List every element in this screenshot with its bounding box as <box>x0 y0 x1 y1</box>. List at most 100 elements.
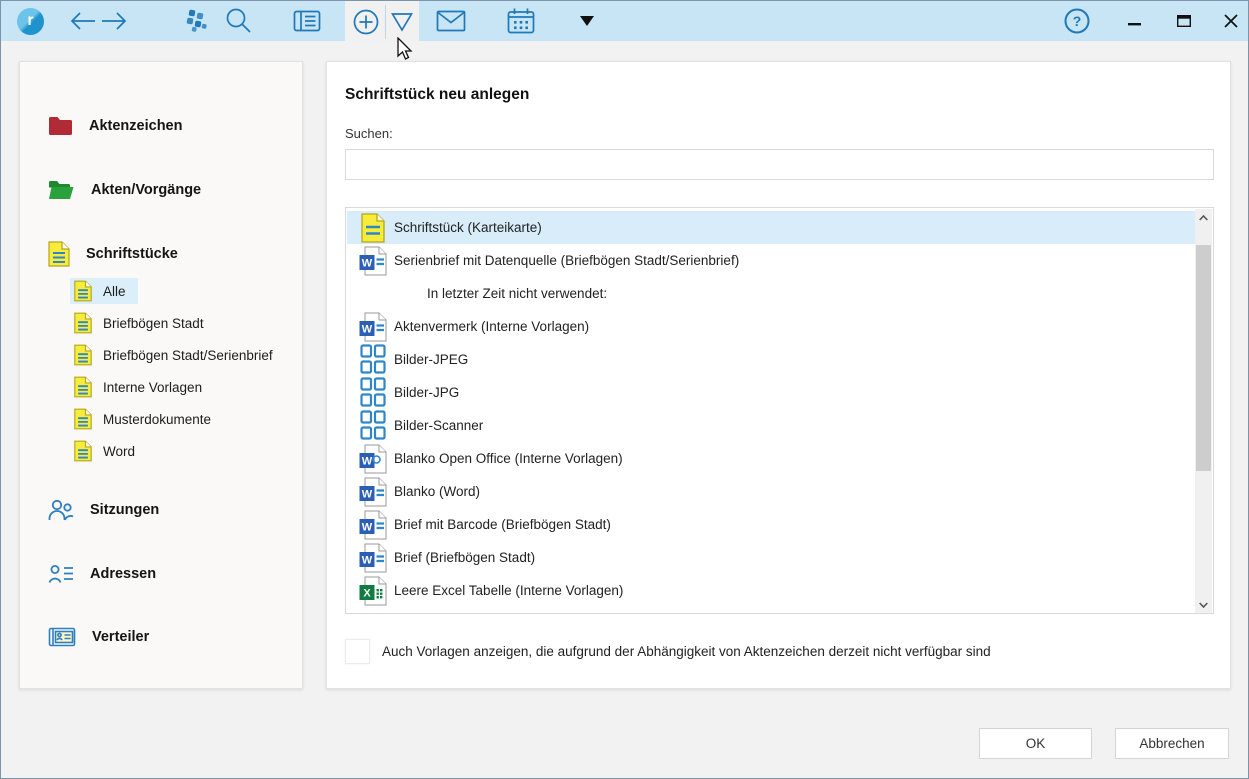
ok-button[interactable]: OK <box>979 728 1092 759</box>
sidebar-subitem-interne-vorlagen[interactable]: Interne Vorlagen <box>70 374 214 400</box>
scroll-up-button[interactable] <box>1195 209 1212 227</box>
list-item-label: Blanko (Word) <box>394 484 480 499</box>
word-doc-icon: W <box>356 443 390 475</box>
list-item-label: Schriftstück (Karteikarte) <box>394 220 542 235</box>
yellow-doc-icon <box>74 440 92 462</box>
images-grid-icon <box>356 410 390 442</box>
chevron-up-icon <box>1199 215 1208 221</box>
sidebar-subitem-label: Word <box>103 444 135 459</box>
svg-text:W: W <box>362 521 373 533</box>
word-doc-icon <box>356 608 390 615</box>
excel-doc-icon: X <box>356 575 390 607</box>
yellow-doc-icon <box>48 241 70 267</box>
sidebar-item-label: Aktenzeichen <box>89 118 182 134</box>
sidebar-item-akten-vorgaenge[interactable]: Akten/Vorgänge <box>20 176 302 204</box>
arrow-left-icon <box>68 10 98 32</box>
minimize-button[interactable] <box>1116 3 1152 39</box>
cancel-button[interactable]: Abbrechen <box>1115 728 1229 759</box>
toolbar-separator <box>385 5 386 39</box>
toolbar: r <box>1 1 1248 41</box>
list-item[interactable]: W Aktenvermerk (Interne Vorlagen) <box>347 310 1197 343</box>
sidebar-item-aktenzeichen[interactable]: Aktenzeichen <box>20 112 302 140</box>
scrollbar-thumb[interactable] <box>1196 245 1211 471</box>
list-item-partial[interactable] <box>347 607 1197 614</box>
search-button[interactable] <box>220 3 256 39</box>
yellow-doc-icon <box>356 212 390 244</box>
sidebar-subitem-label: Briefbögen Stadt <box>103 316 204 331</box>
minimize-icon <box>1128 15 1141 28</box>
modules-button[interactable] <box>178 3 214 39</box>
sidebar-item-schriftstuecke[interactable]: Schriftstücke <box>20 240 302 268</box>
show-unavailable-row: Auch Vorlagen anzeigen, die aufgrund der… <box>345 639 991 664</box>
app-logo-letter: r <box>17 8 44 35</box>
calendar-button[interactable] <box>503 3 539 39</box>
list-item[interactable]: W Blanko Open Office (Interne Vorlagen) <box>347 442 1197 475</box>
card-index-button[interactable] <box>289 3 325 39</box>
yellow-doc-icon <box>74 344 92 366</box>
sidebar-item-label: Schriftstücke <box>86 246 178 262</box>
list-item-label: Serienbrief mit Datenquelle (Briefbögen … <box>394 253 739 268</box>
sidebar-subitem-label: Alle <box>103 284 126 299</box>
list-item[interactable]: W Blanko (Word) <box>347 475 1197 508</box>
list-scrollbar[interactable] <box>1195 209 1212 614</box>
list-item[interactable]: Bilder-Scanner <box>347 409 1197 442</box>
svg-text:?: ? <box>1073 13 1082 29</box>
word-doc-icon: W <box>356 311 390 343</box>
list-item[interactable]: W Serienbrief mit Datenquelle (Briefböge… <box>347 244 1197 277</box>
list-item[interactable]: X Leere Excel Tabelle (Interne Vorlagen) <box>347 574 1197 607</box>
yellow-doc-icon <box>74 376 92 398</box>
list-item[interactable]: Bilder-JPG <box>347 376 1197 409</box>
new-document-dropdown-button[interactable] <box>390 11 414 33</box>
svg-text:W: W <box>362 488 373 500</box>
list-item-label: Bilder-JPEG <box>394 352 468 367</box>
list-item[interactable]: Schriftstück (Karteikarte) <box>347 211 1197 244</box>
template-list: Schriftstück (Karteikarte) W Serienbrief… <box>345 207 1214 614</box>
svg-text:W: W <box>362 455 373 467</box>
yellow-doc-icon <box>74 312 92 334</box>
forward-button[interactable] <box>96 3 132 39</box>
overflow-menu-button[interactable] <box>569 3 605 39</box>
close-button[interactable] <box>1213 3 1249 39</box>
close-icon <box>1224 14 1238 28</box>
green-open-folder-icon <box>48 180 75 200</box>
mail-button[interactable] <box>433 3 469 39</box>
sidebar-item-adressen[interactable]: Adressen <box>20 560 302 588</box>
list-item-label: Brief (Briefbögen Stadt) <box>394 550 535 565</box>
search-label: Suchen: <box>345 126 393 141</box>
chevron-down-icon <box>1199 602 1208 608</box>
list-item-label: Brief mit Barcode (Briefbögen Stadt) <box>394 517 611 532</box>
show-unavailable-checkbox[interactable] <box>345 639 370 664</box>
sidebar-item-sitzungen[interactable]: Sitzungen <box>20 496 302 524</box>
new-document-button[interactable] <box>351 7 381 37</box>
plus-circle-icon <box>351 7 381 37</box>
sidebar-subitem-alle[interactable]: Alle <box>70 278 138 304</box>
search-input[interactable] <box>345 149 1214 180</box>
app-logo[interactable]: r <box>17 8 44 35</box>
scroll-down-button[interactable] <box>1195 596 1212 614</box>
sidebar-item-label: Akten/Vorgänge <box>91 182 201 198</box>
contact-icon <box>48 564 74 584</box>
envelope-icon <box>436 10 466 32</box>
triangle-down-outline-icon <box>390 11 414 33</box>
sidebar-subitem-word[interactable]: Word <box>70 438 147 464</box>
maximize-button[interactable] <box>1166 3 1202 39</box>
list-item[interactable]: W Brief mit Barcode (Briefbögen Stadt) <box>347 508 1197 541</box>
triangle-down-filled-icon <box>579 15 595 27</box>
svg-text:W: W <box>362 323 373 335</box>
help-button[interactable]: ? <box>1059 3 1095 39</box>
sidebar: Aktenzeichen Akten/Vorgänge Schriftstück… <box>19 61 303 689</box>
list-item-label: Aktenvermerk (Interne Vorlagen) <box>394 319 589 334</box>
calendar-icon <box>507 8 535 34</box>
sidebar-item-verteiler[interactable]: Verteiler <box>20 623 302 651</box>
svg-text:W: W <box>362 554 373 566</box>
sidebar-subitem-briefboegen-stadt[interactable]: Briefbögen Stadt <box>70 310 216 336</box>
cluster-icon <box>183 9 209 33</box>
list-item[interactable]: W Brief (Briefbögen Stadt) <box>347 541 1197 574</box>
sidebar-item-label: Verteiler <box>92 629 149 645</box>
sidebar-subitem-briefboegen-stadt-serienbrief[interactable]: Briefbögen Stadt/Serienbrief <box>70 342 285 368</box>
question-circle-icon: ? <box>1063 7 1091 35</box>
arrow-right-icon <box>99 10 129 32</box>
sidebar-subitem-musterdokumente[interactable]: Musterdokumente <box>70 406 223 432</box>
svg-text:W: W <box>362 257 373 269</box>
list-item[interactable]: Bilder-JPEG <box>347 343 1197 376</box>
